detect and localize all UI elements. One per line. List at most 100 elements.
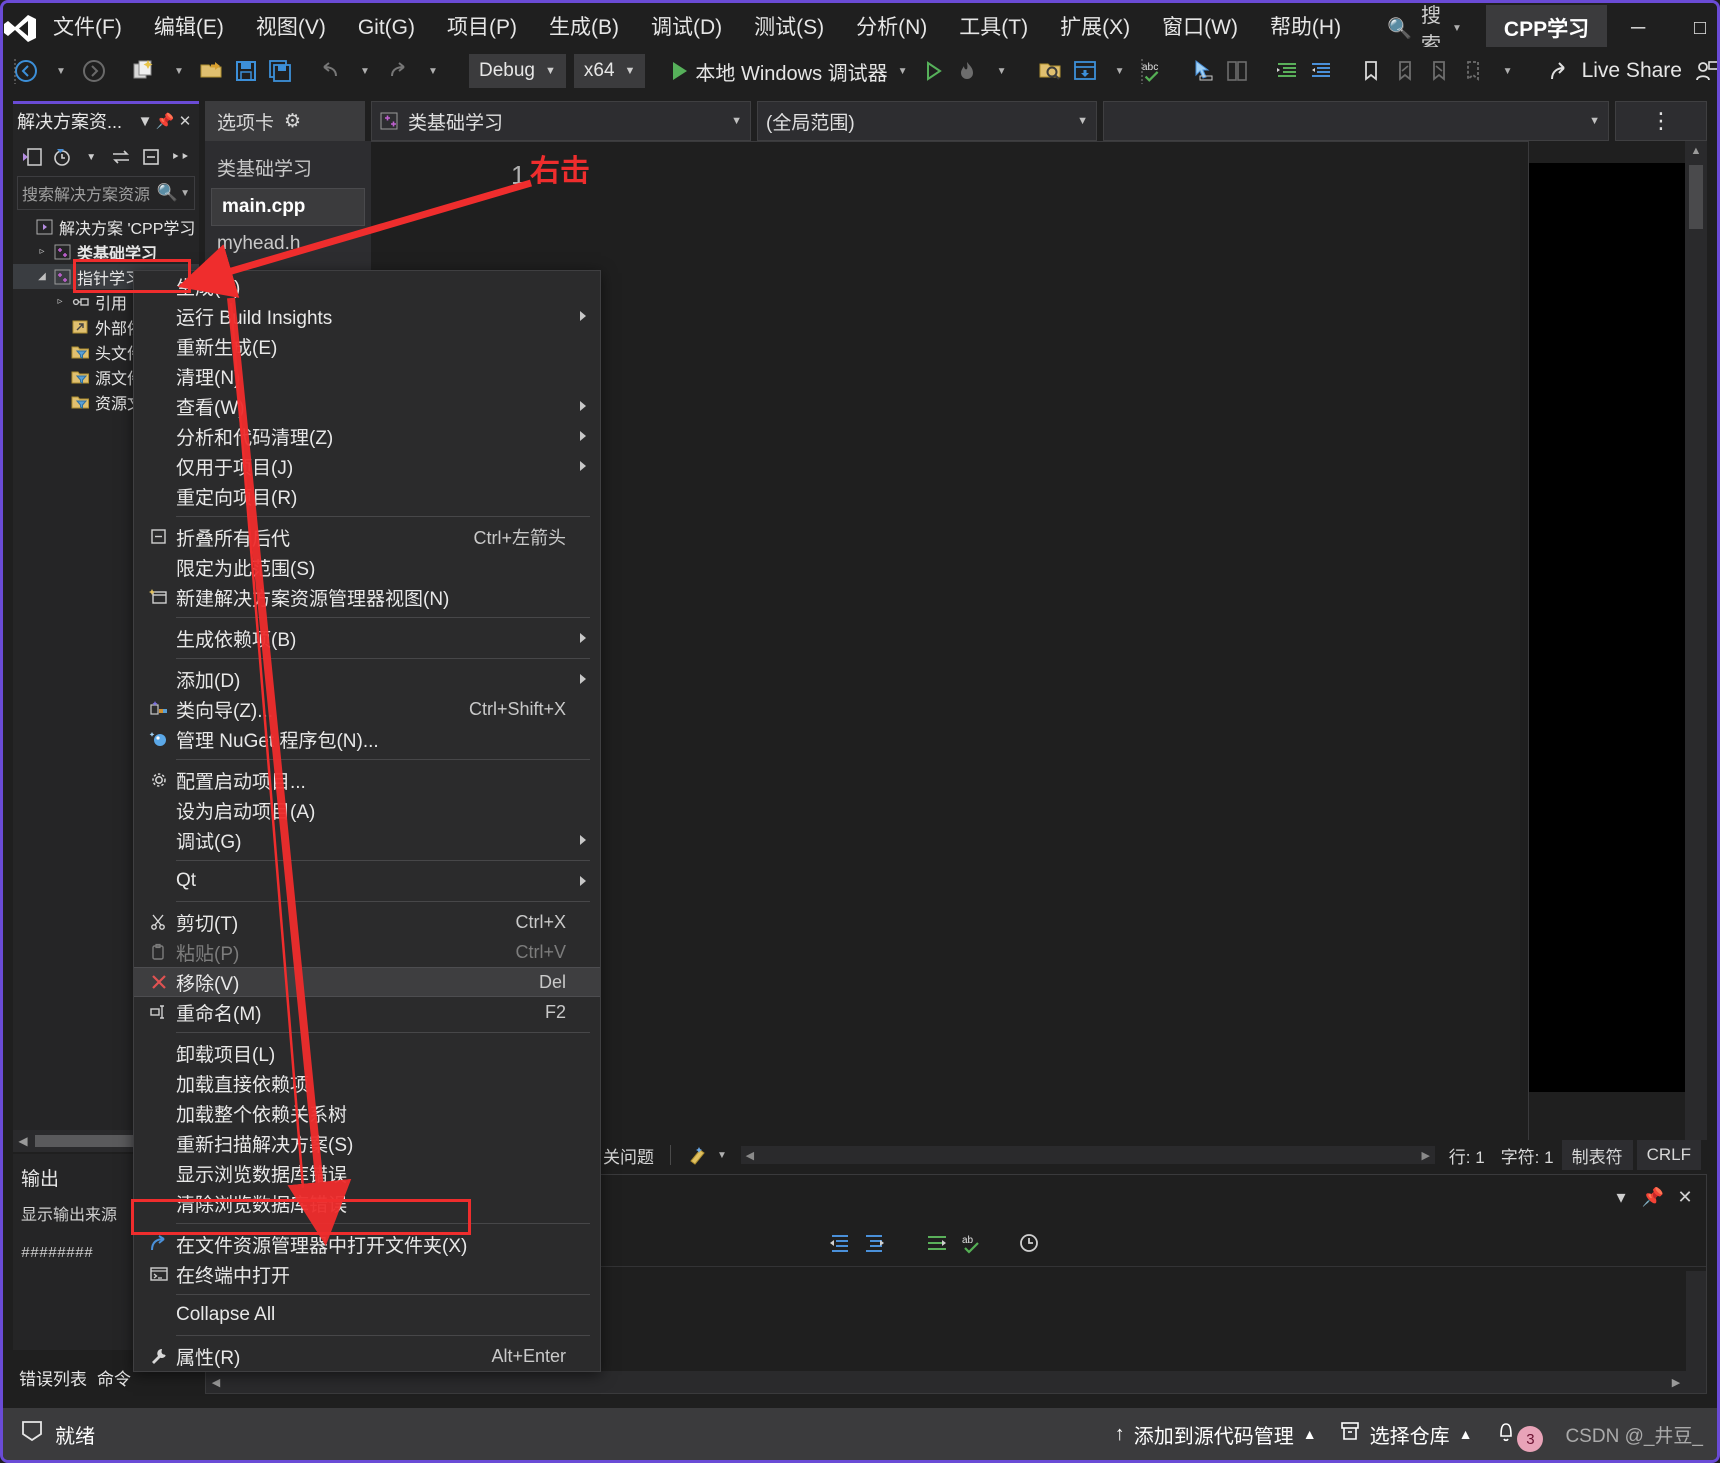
chevron-down-icon[interactable]: ▼ [135, 113, 155, 130]
undo-icon[interactable] [313, 52, 347, 90]
context-menu-item-9[interactable]: 限定为此范围(S) [134, 552, 600, 582]
scroll-left-icon[interactable]: ◀ [741, 1149, 759, 1162]
formatting-icon[interactable]: ▼ [679, 1145, 735, 1165]
file-scope-combo[interactable]: 类基础学习 ▼ [371, 101, 751, 141]
bookmark-overflow-dropdown[interactable]: ▼ [1490, 52, 1524, 90]
close-icon[interactable]: ✕ [175, 112, 195, 130]
context-menu-item-15[interactable]: 配置启动项目... [134, 765, 600, 795]
menu-item-9[interactable]: 工具(T) [943, 3, 1044, 53]
new-project-dropdown[interactable]: ▼ [161, 52, 195, 90]
context-menu-item-21[interactable]: 移除(V) Del [134, 967, 600, 997]
context-menu-item-32[interactable]: 属性(R) Alt+Enter [134, 1341, 600, 1371]
context-menu-item-25[interactable]: 加载整个依赖关系树 [134, 1098, 600, 1128]
collapse-icon[interactable]: ▾ [1608, 1183, 1634, 1211]
context-menu-item-18[interactable]: Qt [134, 866, 600, 896]
scroll-thumb[interactable] [1689, 165, 1703, 229]
tabstrip-button[interactable]: 选项卡 ⚙ [205, 101, 365, 141]
menu-item-8[interactable]: 分析(N) [840, 3, 943, 53]
scroll-left-icon[interactable]: ◀ [206, 1376, 226, 1389]
context-menu-item-24[interactable]: 加载直接依赖项 [134, 1068, 600, 1098]
navigate-forward-button[interactable] [77, 52, 111, 90]
bookmark-icon[interactable] [1354, 52, 1388, 90]
tree-node-0[interactable]: 解决方案 'CPP学习 [13, 214, 199, 239]
overflow-icon[interactable]: ‣‣ [167, 143, 193, 171]
compare-icon[interactable] [1220, 52, 1254, 90]
scroll-up-icon[interactable]: ▲ [1685, 141, 1707, 161]
person-share-icon[interactable] [1690, 52, 1717, 90]
redo-icon[interactable] [381, 52, 415, 90]
context-menu-item-28[interactable]: 清除浏览数据库错误 [134, 1188, 600, 1218]
menu-item-10[interactable]: 扩展(X) [1044, 3, 1146, 53]
context-menu-item-1[interactable]: 运行 Build Insights [134, 301, 600, 331]
context-menu-item-26[interactable]: 重新扫描解决方案(S) [134, 1128, 600, 1158]
pending-changes-icon[interactable] [49, 143, 75, 171]
navigate-back-dropdown[interactable]: ▼ [43, 52, 77, 90]
tree-twisty-icon[interactable]: ▹ [53, 296, 67, 307]
context-menu-item-0[interactable]: 生成(U) [134, 271, 600, 301]
context-menu-item-2[interactable]: 重新生成(E) [134, 331, 600, 361]
split-view-button[interactable]: ⋮ [1615, 101, 1707, 141]
chevron-down-icon[interactable]: ▼ [78, 143, 104, 171]
menu-item-2[interactable]: 视图(V) [240, 3, 342, 53]
project-chip[interactable]: CPP学习 [1485, 5, 1608, 51]
lower-panel-vscrollbar[interactable] [1686, 1271, 1706, 1393]
bookmark-prev-icon[interactable] [1388, 52, 1422, 90]
new-project-icon[interactable] [127, 52, 161, 90]
menu-item-3[interactable]: Git(G) [342, 3, 431, 53]
abc-check-icon[interactable]: ab [960, 1229, 986, 1257]
context-menu-item-27[interactable]: 显示浏览数据库错误 [134, 1158, 600, 1188]
select-repository-button[interactable]: 选择仓库 ▲ [1339, 1420, 1472, 1449]
tab-myhead-h[interactable]: myhead.h [205, 226, 371, 262]
start-debugging-button[interactable]: 本地 Windows 调试器 ▼ [665, 52, 915, 90]
pin-icon[interactable]: 📌 [1640, 1183, 1666, 1211]
gear-icon[interactable]: ⚙ [284, 110, 301, 133]
pointer-select-icon[interactable] [1186, 52, 1220, 90]
start-without-debugging-button[interactable] [916, 52, 950, 90]
bottom-tab-0[interactable]: 错误列表 [19, 1365, 87, 1390]
scroll-left-icon[interactable]: ◀ [13, 1134, 33, 1148]
context-menu-item-22[interactable]: 重命名(M) F2 [134, 997, 600, 1027]
context-menu-item-23[interactable]: 卸载项目(L) [134, 1038, 600, 1068]
lower-panel-hscrollbar[interactable]: ◀ ▶ [206, 1371, 1686, 1393]
folder-search-icon[interactable] [1034, 52, 1068, 90]
menu-item-1[interactable]: 编辑(E) [138, 3, 240, 53]
context-menu-item-5[interactable]: 分析和代码清理(Z) [134, 421, 600, 451]
context-menu-item-8[interactable]: 折叠所有后代 Ctrl+左箭头 [134, 522, 600, 552]
configuration-combo[interactable]: Debug ▼ [469, 54, 566, 88]
indent-icon[interactable] [862, 1229, 888, 1257]
context-menu-item-13[interactable]: 类向导(Z)... Ctrl+Shift+X [134, 694, 600, 724]
menu-item-0[interactable]: 文件(F) [37, 3, 138, 53]
hot-reload-dropdown[interactable]: ▼ [984, 52, 1018, 90]
save-all-icon[interactable] [263, 52, 297, 90]
collapse-all-icon[interactable] [138, 143, 164, 171]
tab-main-cpp[interactable]: main.cpp [211, 188, 365, 226]
notifications-button[interactable]: 3 [1494, 1416, 1544, 1452]
home-view-icon[interactable] [19, 143, 45, 171]
window-layout-icon[interactable] [1068, 52, 1102, 90]
redo-dropdown[interactable]: ▼ [415, 52, 449, 90]
context-menu-item-4[interactable]: 查看(W) [134, 391, 600, 421]
menu-item-5[interactable]: 生成(B) [533, 3, 635, 53]
platform-combo[interactable]: x64 ▼ [573, 54, 646, 88]
menu-item-4[interactable]: 项目(P) [431, 3, 533, 53]
context-menu-item-11[interactable]: 生成依赖项(B) [134, 623, 600, 653]
history-icon[interactable] [1016, 1229, 1042, 1257]
wrap-icon[interactable] [924, 1229, 950, 1257]
context-menu-item-14[interactable]: 管理 NuGet 程序包(N)... [134, 724, 600, 754]
scroll-right-icon[interactable]: ▶ [1666, 1376, 1686, 1389]
add-to-source-control-button[interactable]: ↑ 添加到源代码管理 ▲ [1115, 1420, 1317, 1449]
context-menu-item-17[interactable]: 调试(G) [134, 825, 600, 855]
scroll-right-icon[interactable]: ▶ [1417, 1149, 1435, 1162]
bookmark-next-icon[interactable] [1422, 52, 1456, 90]
tree-twisty-icon[interactable]: ◢ [35, 271, 49, 282]
context-menu-item-6[interactable]: 仅用于项目(J) [134, 451, 600, 481]
search-box[interactable]: 🔍 搜索 ▼ [1377, 5, 1472, 56]
context-menu-item-16[interactable]: 设为启动项目(A) [134, 795, 600, 825]
menu-item-11[interactable]: 窗口(W) [1146, 3, 1254, 53]
tab-indicator[interactable]: 制表符 [1561, 1140, 1633, 1170]
editor-hscrollbar[interactable]: ◀ ▶ [740, 1146, 1435, 1164]
hot-reload-icon[interactable] [950, 52, 984, 90]
close-icon[interactable]: ✕ [1672, 1183, 1698, 1211]
solution-search-input[interactable]: 搜索解决方案资源 🔍 ▼ [17, 176, 195, 210]
context-menu-item-31[interactable]: Collapse All [134, 1300, 600, 1330]
